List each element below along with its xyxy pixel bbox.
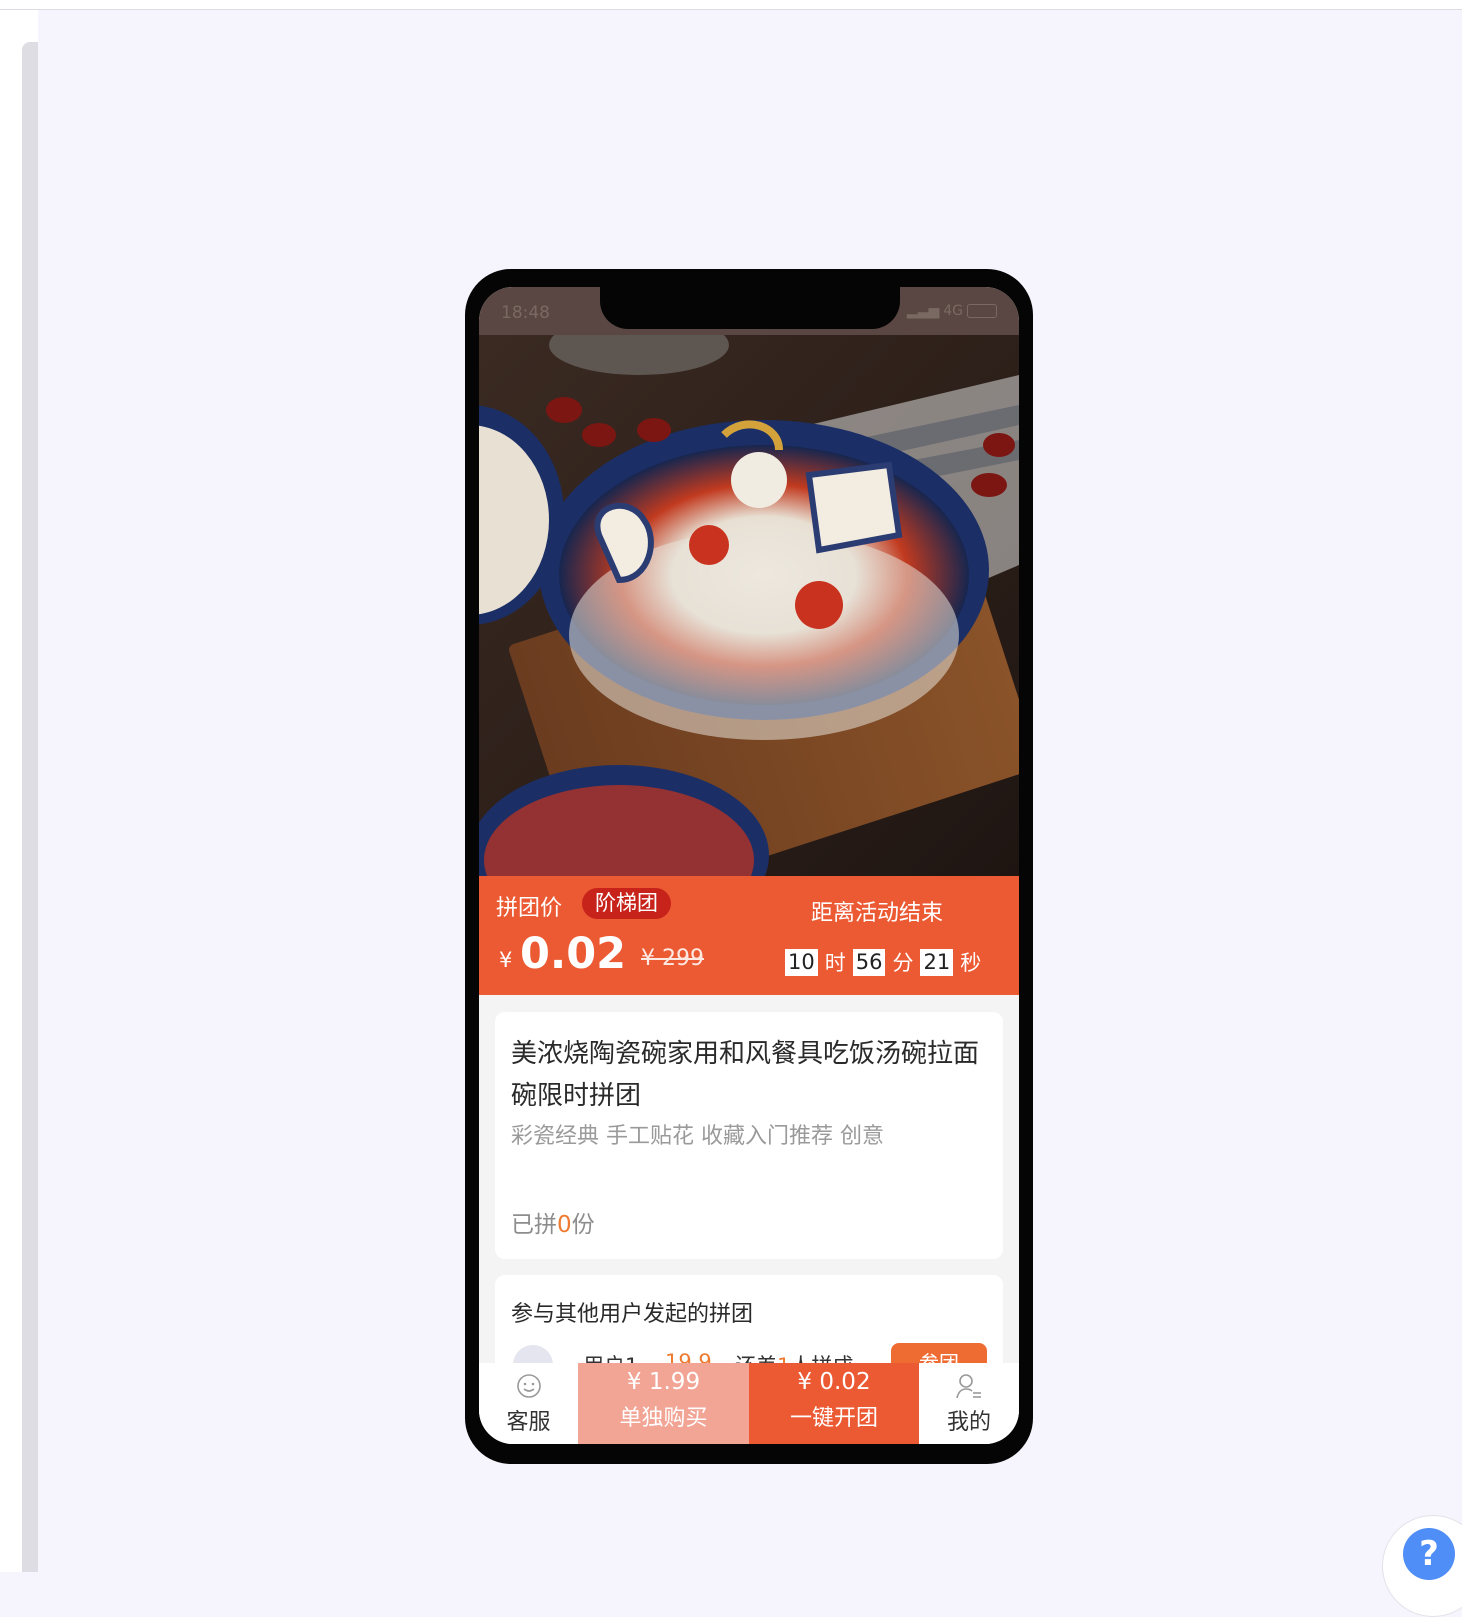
top-divider — [0, 0, 1462, 10]
battery-icon — [967, 304, 997, 318]
countdown-label: 距离活动结束 — [811, 901, 944, 926]
vertical-scrollbar[interactable] — [22, 42, 38, 1572]
sold-number: 0 — [557, 1212, 572, 1238]
currency-symbol: ¥ — [499, 948, 513, 972]
help-widget: ? — [1382, 1515, 1462, 1617]
countdown-seconds: 21 — [920, 948, 954, 976]
buy-alone-label: 单独购买 — [619, 1406, 708, 1431]
original-price: ¥ 299 — [641, 946, 704, 971]
sold-suffix: 份 — [571, 1212, 595, 1238]
join-group-title: 参与其他用户发起的拼团 — [511, 1302, 754, 1327]
tier-group-badge: 阶梯团 — [582, 888, 671, 919]
service-button[interactable]: 客服 — [479, 1363, 578, 1444]
countdown-minutes: 56 — [852, 948, 886, 976]
status-indicators: ▂▃▅ 4G — [907, 303, 997, 319]
network-label: 4G — [943, 303, 963, 319]
bottom-action-bar: 客服 ¥ 1.99 单独购买 ¥ 0.02 一键开团 我的 — [479, 1363, 1019, 1444]
status-time: 18:48 — [501, 303, 550, 323]
countdown-seconds-unit: 秒 — [960, 951, 982, 975]
countdown-hours: 10 — [785, 948, 818, 976]
user-list-icon — [956, 1373, 981, 1398]
group-price: 0.02 — [520, 929, 627, 979]
mine-label: 我的 — [946, 1409, 991, 1435]
group-price-label: 拼团价 — [496, 896, 563, 921]
phone-notch — [600, 287, 900, 329]
start-group-label: 一键开团 — [789, 1406, 878, 1431]
product-subtitle: 彩瓷经典 手工贴花 收藏入门推荐 创意 — [511, 1124, 884, 1149]
phone-screen: 18:48 ▂▃▅ 4G 拼团价 阶梯团 ¥ 0.02 ¥ 299 距离活动结束… — [479, 287, 1019, 1444]
countdown-timer: 10 时 56 分 21 秒 — [785, 947, 981, 977]
signal-icon: ▂▃▅ — [906, 303, 940, 319]
buy-alone-price: ¥ 1.99 — [626, 1369, 701, 1395]
countdown-hours-unit: 时 — [824, 951, 846, 975]
price-banner: 拼团价 阶梯团 ¥ 0.02 ¥ 299 距离活动结束 10 时 56 分 21… — [479, 876, 1019, 995]
countdown-minutes-unit: 分 — [892, 951, 914, 975]
start-group-button[interactable]: ¥ 0.02 一键开团 — [749, 1363, 919, 1444]
sold-count: 已拼0份 — [511, 1205, 595, 1239]
product-image[interactable] — [479, 335, 1019, 876]
buy-alone-button[interactable]: ¥ 1.99 单独购买 — [578, 1363, 749, 1444]
smiley-icon — [516, 1373, 541, 1398]
bowl-photo — [479, 335, 1019, 876]
product-title: 美浓烧陶瓷碗家用和风餐具吃饭汤碗拉面碗限时拼团 — [511, 1039, 980, 1111]
phone-frame: 18:48 ▂▃▅ 4G 拼团价 阶梯团 ¥ 0.02 ¥ 299 距离活动结束… — [465, 269, 1033, 1464]
service-label: 客服 — [506, 1409, 551, 1435]
sold-prefix: 已拼 — [511, 1212, 557, 1238]
start-group-price: ¥ 0.02 — [797, 1369, 871, 1395]
question-icon[interactable]: ? — [1403, 1528, 1455, 1580]
product-info-card: 美浓烧陶瓷碗家用和风餐具吃饭汤碗拉面碗限时拼团 彩瓷经典 手工贴花 收藏入门推荐… — [495, 1012, 1003, 1259]
mine-button[interactable]: 我的 — [919, 1363, 1019, 1444]
